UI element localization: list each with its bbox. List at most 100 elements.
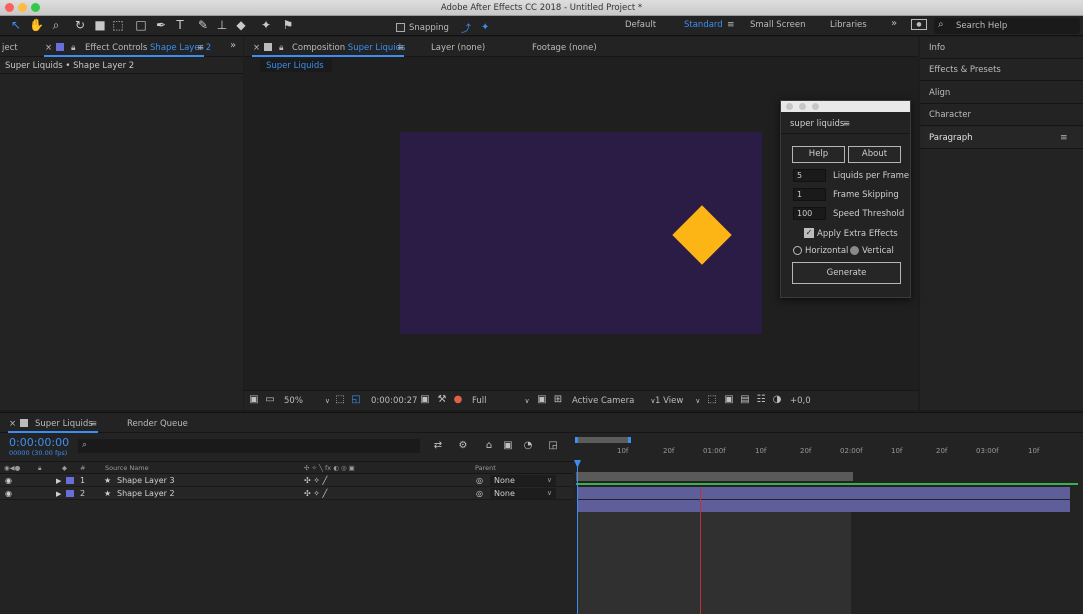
layer-name[interactable]: Shape Layer 3 <box>117 476 175 485</box>
close-panel-button[interactable] <box>786 103 793 110</box>
shy-switch-icon[interactable]: ✣ ✧ ╱ <box>304 489 327 498</box>
comp-mini-flowchart-icon[interactable]: ⇄ <box>432 440 444 452</box>
close-tab-icon[interactable]: × <box>9 419 16 429</box>
tab-render-queue[interactable]: Render Queue <box>127 419 188 429</box>
graph-editor-icon[interactable]: ◲ <box>547 440 559 452</box>
roto-brush-tool-icon[interactable]: ✦ <box>259 18 273 32</box>
workspace-standard[interactable]: Standard <box>684 20 723 30</box>
tab-timeline-composition[interactable]: Super Liquids <box>35 419 93 429</box>
panel-menu-icon[interactable]: ≡ <box>197 43 204 53</box>
always-preview-icon[interactable]: ▣ <box>248 394 260 406</box>
layer-row[interactable]: ◉ ▶ 1 ★ Shape Layer 3 ✣ ✧ ╱ ◎ None ∨ <box>0 474 573 487</box>
exposure-value[interactable]: +0,0 <box>790 396 811 406</box>
apply-extra-effects-checkbox[interactable]: ✓ <box>804 228 814 238</box>
layer-row[interactable]: ◉ ▶ 2 ★ Shape Layer 2 ✣ ✧ ╱ ◎ None ∨ <box>0 487 573 500</box>
hand-tool-icon[interactable]: ✋ <box>29 18 44 32</box>
vertical-radio[interactable] <box>850 246 859 255</box>
generate-button[interactable]: Generate <box>792 262 901 284</box>
paragraph-panel-tab[interactable]: Paragraph ≡ <box>920 127 1083 149</box>
layer-duration-bar[interactable] <box>578 487 1070 499</box>
fast-previews-icon[interactable]: ▣ <box>723 394 735 406</box>
source-name-header[interactable]: Source Name <box>105 464 149 472</box>
panel-menu-icon[interactable]: ≡ <box>90 419 97 429</box>
align-panel-tab[interactable]: Align <box>920 82 1083 104</box>
eraser-tool-icon[interactable]: ◆ <box>234 18 248 32</box>
snapping-toggle[interactable]: Snapping ⤴ ✦ <box>396 20 489 35</box>
toggle-pixel-aspect-icon[interactable]: ⬚ <box>706 394 718 406</box>
minimize-panel-button[interactable] <box>799 103 806 110</box>
overflow-chevron-icon[interactable]: » <box>891 18 897 29</box>
tab-layer[interactable]: Layer (none) <box>431 43 485 53</box>
flowchart-icon[interactable]: ☷ <box>755 394 767 406</box>
resolution-dropdown[interactable]: Full ∨ <box>472 396 530 406</box>
show-snapshot-icon[interactable]: ⚒ <box>436 394 448 406</box>
character-panel-tab[interactable]: Character <box>920 104 1083 126</box>
expand-triangle-icon[interactable]: ▶ <box>56 490 61 498</box>
rectangle-tool-icon[interactable]: □ <box>134 18 148 32</box>
monitor-icon[interactable]: ▭ <box>264 394 276 406</box>
frame-blending-icon[interactable]: ▣ <box>502 440 514 452</box>
timeline-search-input[interactable]: ⌕ <box>78 439 420 453</box>
time-navigator[interactable] <box>575 437 631 443</box>
current-time[interactable]: 0:00:00:27 <box>371 396 417 406</box>
info-panel-tab[interactable]: Info <box>920 37 1083 59</box>
visibility-eye-icon[interactable]: ◉ <box>5 489 12 498</box>
layer-label-color[interactable] <box>66 490 74 497</box>
expand-triangle-icon[interactable]: ▶ <box>56 477 61 485</box>
snapshot-camera-icon[interactable]: ▣ <box>419 394 431 406</box>
mask-visibility-icon[interactable]: ◱ <box>350 394 362 406</box>
liquids-per-frame-input[interactable]: 5 <box>793 169 826 182</box>
motion-blur-icon[interactable]: ◔ <box>522 440 534 452</box>
panel-menu-icon[interactable]: ≡ <box>1060 133 1068 143</box>
zoom-panel-button[interactable] <box>812 103 819 110</box>
clone-stamp-tool-icon[interactable]: ⊥ <box>215 18 229 32</box>
tab-project[interactable]: ject <box>2 43 18 53</box>
snapping-checkbox[interactable] <box>396 23 405 32</box>
workspace-libraries[interactable]: Libraries <box>830 20 867 30</box>
zoom-tool-icon[interactable]: ⌕ <box>49 18 63 32</box>
layer-duration-bar[interactable] <box>578 500 1070 512</box>
timeline-current-time[interactable]: 0:00:00:00 <box>9 436 69 449</box>
parent-dropdown[interactable]: None ∨ <box>490 475 556 486</box>
workspace-default[interactable]: Default <box>625 20 656 30</box>
panel-menu-icon[interactable]: ≡ <box>843 119 850 129</box>
sync-settings-icon[interactable]: ● <box>911 19 927 30</box>
pick-whip-icon[interactable]: ◎ <box>476 476 483 485</box>
help-button[interactable]: Help <box>792 146 845 163</box>
layer-name[interactable]: Shape Layer 2 <box>117 489 175 498</box>
frame-skipping-input[interactable]: 1 <box>793 188 826 201</box>
playhead-handle-icon[interactable] <box>574 460 581 468</box>
floating-window-bar[interactable] <box>781 101 910 112</box>
tab-effect-controls[interactable]: Effect Controls Shape Layer 2 <box>85 43 211 53</box>
views-dropdown[interactable]: 1 View ∨ <box>655 396 700 406</box>
snap-edges-icon[interactable]: ⤴ <box>461 20 471 35</box>
lock-icon[interactable]: 🔒︎ <box>279 43 284 53</box>
transparency-grid-icon[interactable]: ⊞ <box>552 394 564 406</box>
camera-tool-icon[interactable]: ■ <box>93 18 107 32</box>
pick-whip-icon[interactable]: ◎ <box>476 489 483 498</box>
close-tab-icon[interactable]: × <box>253 43 260 53</box>
color-channels-icon[interactable]: ● <box>452 394 464 406</box>
workspace-small-screen[interactable]: Small Screen <box>750 20 806 30</box>
effects-presets-panel-tab[interactable]: Effects & Presets <box>920 59 1083 81</box>
workspace-menu-icon[interactable]: ≡ <box>727 20 735 30</box>
timeline-graph[interactable]: 10f 20f 01:00f 10f 20f 02:00f 10f 20f 03… <box>573 435 1083 614</box>
playhead[interactable] <box>577 461 578 614</box>
composition-subtab[interactable]: Super Liquids <box>260 59 332 72</box>
pan-behind-tool-icon[interactable]: ⬚ <box>111 18 125 32</box>
visibility-eye-icon[interactable]: ◉ <box>5 476 12 485</box>
timeline-icon[interactable]: ▤ <box>739 394 751 406</box>
selection-tool-icon[interactable]: ↖ <box>9 18 23 32</box>
parent-dropdown[interactable]: None ∨ <box>490 488 556 499</box>
panel-menu-icon[interactable]: ≡ <box>397 43 404 53</box>
panel-overflow-icon[interactable]: » <box>230 40 236 51</box>
zoom-dropdown[interactable]: 50% ∨ <box>284 396 330 406</box>
work-area-bar[interactable] <box>576 472 853 481</box>
lock-icon[interactable]: 🔒︎ <box>71 43 76 53</box>
about-button[interactable]: About <box>848 146 901 163</box>
pen-tool-icon[interactable]: ✒ <box>154 18 168 32</box>
camera-dropdown[interactable]: Active Camera ∨ <box>572 396 655 406</box>
type-tool-icon[interactable]: T <box>173 18 187 32</box>
rotate-tool-icon[interactable]: ↻ <box>73 18 87 32</box>
close-tab-icon[interactable]: × <box>45 43 52 53</box>
